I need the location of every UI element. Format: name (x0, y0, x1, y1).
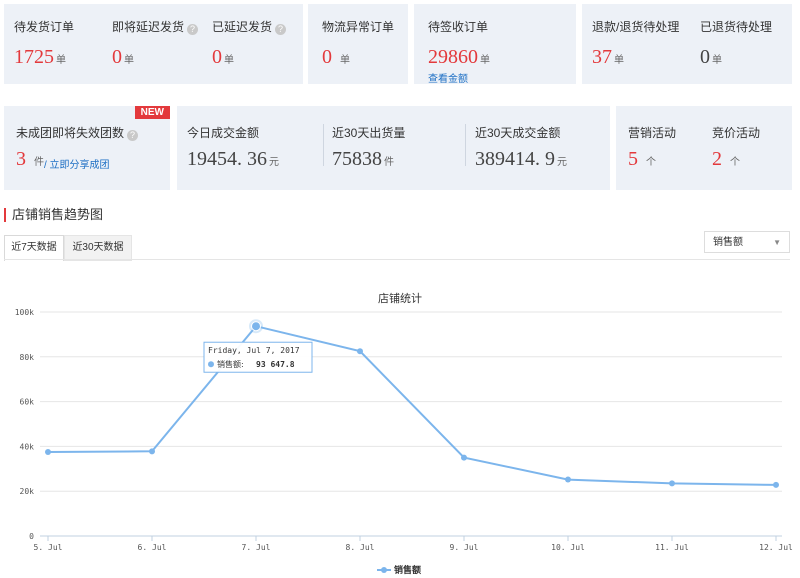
divider (465, 124, 466, 166)
y-tick-label: 20k (20, 487, 35, 496)
y-tick-label: 100k (15, 308, 34, 317)
tooltip-title: Friday, Jul 7, 2017 (208, 346, 300, 355)
data-point (357, 348, 363, 355)
tooltip-series-name: 销售额: (217, 359, 244, 369)
x-tick-label: 9. Jul (450, 543, 479, 552)
amount-30d-value: 389414. 9元 (475, 148, 567, 170)
card-sales-summary: 今日成交金额 19454. 36 元 近30天出货量 75838 件 近30天成交金… (177, 106, 610, 190)
metric-select-value: 销售额 (713, 237, 743, 248)
chart-title: 店铺统计 (378, 291, 422, 305)
amount-30d-label: 近30天成交金额 (475, 126, 561, 140)
about-to-delay-label: 即将延迟发货? (112, 18, 199, 35)
pending-receipt-value[interactable]: 29860 单 (428, 46, 490, 69)
y-tick-label: 40k (20, 442, 35, 451)
logistics-abnormal-value[interactable]: 0单 (322, 46, 350, 69)
series-line (47, 325, 777, 486)
card-pending-receipt: 待签收订单 29860 单 查看金额 (414, 4, 576, 85)
data-point (45, 449, 51, 455)
pending-receipt-label: 待签收订单 (428, 20, 489, 34)
about-to-delay-value[interactable]: 0单 (112, 46, 134, 69)
bidding-label: 竞价活动 (712, 126, 761, 140)
question-circle-icon: ? (187, 24, 199, 35)
share-group-link[interactable]: / 立即分享成团 (44, 156, 110, 171)
x-tick-label: 8. Jul (346, 543, 375, 552)
section-title: 店铺销售趋势图 (4, 208, 103, 222)
question-circle-icon: ? (127, 130, 139, 141)
data-point (669, 480, 675, 487)
y-tick-label: 0 (29, 532, 34, 541)
returned-pending-label: 已退货待处理 (700, 20, 773, 34)
logistics-abnormal-label: 物流异常订单 (322, 20, 395, 34)
x-tick-label: 11. Jul (655, 543, 689, 552)
tab-7-days[interactable]: 近7天数据 (4, 235, 64, 261)
today-amount-value: 19454. 36 元 (187, 148, 279, 170)
card-shipping: 待发货订单 1725 单 即将延迟发货? 0单 已延迟发货? 0单 (4, 4, 303, 84)
tooltip-series-marker (208, 361, 214, 368)
pending-ship-value[interactable]: 1725 单 (14, 46, 66, 69)
tooltip-value: 93 647.8 (256, 360, 295, 369)
data-point (149, 448, 155, 455)
card-logistics: 物流异常订单 0单 (308, 4, 408, 84)
marketing-label: 营销活动 (628, 126, 677, 140)
data-point (565, 476, 571, 483)
pending-ship-label: 待发货订单 (14, 20, 75, 34)
ship-30d-value: 75838 件 (332, 148, 394, 170)
today-amount-label: 今日成交金额 (187, 126, 260, 140)
x-tick-label: 10. Jul (551, 543, 585, 552)
metric-select[interactable]: 销售额 ▼ (704, 231, 790, 253)
legend-label: 销售额 (394, 564, 421, 576)
new-badge: NEW (134, 106, 170, 119)
refund-pending-label: 退款/退货待处理 (592, 20, 680, 34)
tab-30-days[interactable]: 近30天数据 (64, 235, 132, 261)
x-tick-label: 7. Jul (242, 543, 271, 552)
marketing-value[interactable]: 5个 (628, 148, 656, 171)
group-buy-label: 未成团即将失效团数? (16, 124, 139, 141)
y-tick-label: 60k (20, 398, 35, 407)
x-tick-label: 6. Jul (138, 543, 167, 552)
question-circle-icon: ? (275, 24, 287, 35)
chevron-down-icon: ▼ (773, 238, 781, 247)
x-tick-label: 12. Jul (759, 543, 793, 552)
bidding-value[interactable]: 2个 (712, 148, 740, 171)
delayed-label: 已延迟发货? (212, 18, 287, 35)
legend-marker (381, 567, 387, 573)
y-tick-label: 80k (20, 353, 35, 362)
x-tick-label: 5. Jul (34, 543, 63, 552)
card-group-buy: NEW 未成团即将失效团数? 3件 / 立即分享成团 (4, 106, 170, 190)
divider (323, 124, 324, 166)
data-point (461, 454, 467, 461)
ship-30d-label: 近30天出货量 (332, 126, 406, 140)
data-point (773, 481, 779, 488)
refund-pending-value[interactable]: 37 单 (592, 46, 624, 69)
group-buy-value[interactable]: 3件 (16, 148, 44, 171)
returned-pending-value[interactable]: 0单 (700, 46, 722, 69)
delayed-value[interactable]: 0单 (212, 46, 234, 69)
card-refund: 退款/退货待处理 37 单 已退货待处理 0单 (582, 4, 792, 84)
card-activities: 营销活动 5个 竞价活动 2个 (616, 106, 792, 190)
data-point (251, 321, 261, 332)
view-amount-link[interactable]: 查看金额 (428, 70, 468, 85)
sales-trend-chart: 店铺统计 0 20k 40k 60k 80k 100k 5. Jul 6. Jul 7. Jul 8… (15, 291, 793, 576)
